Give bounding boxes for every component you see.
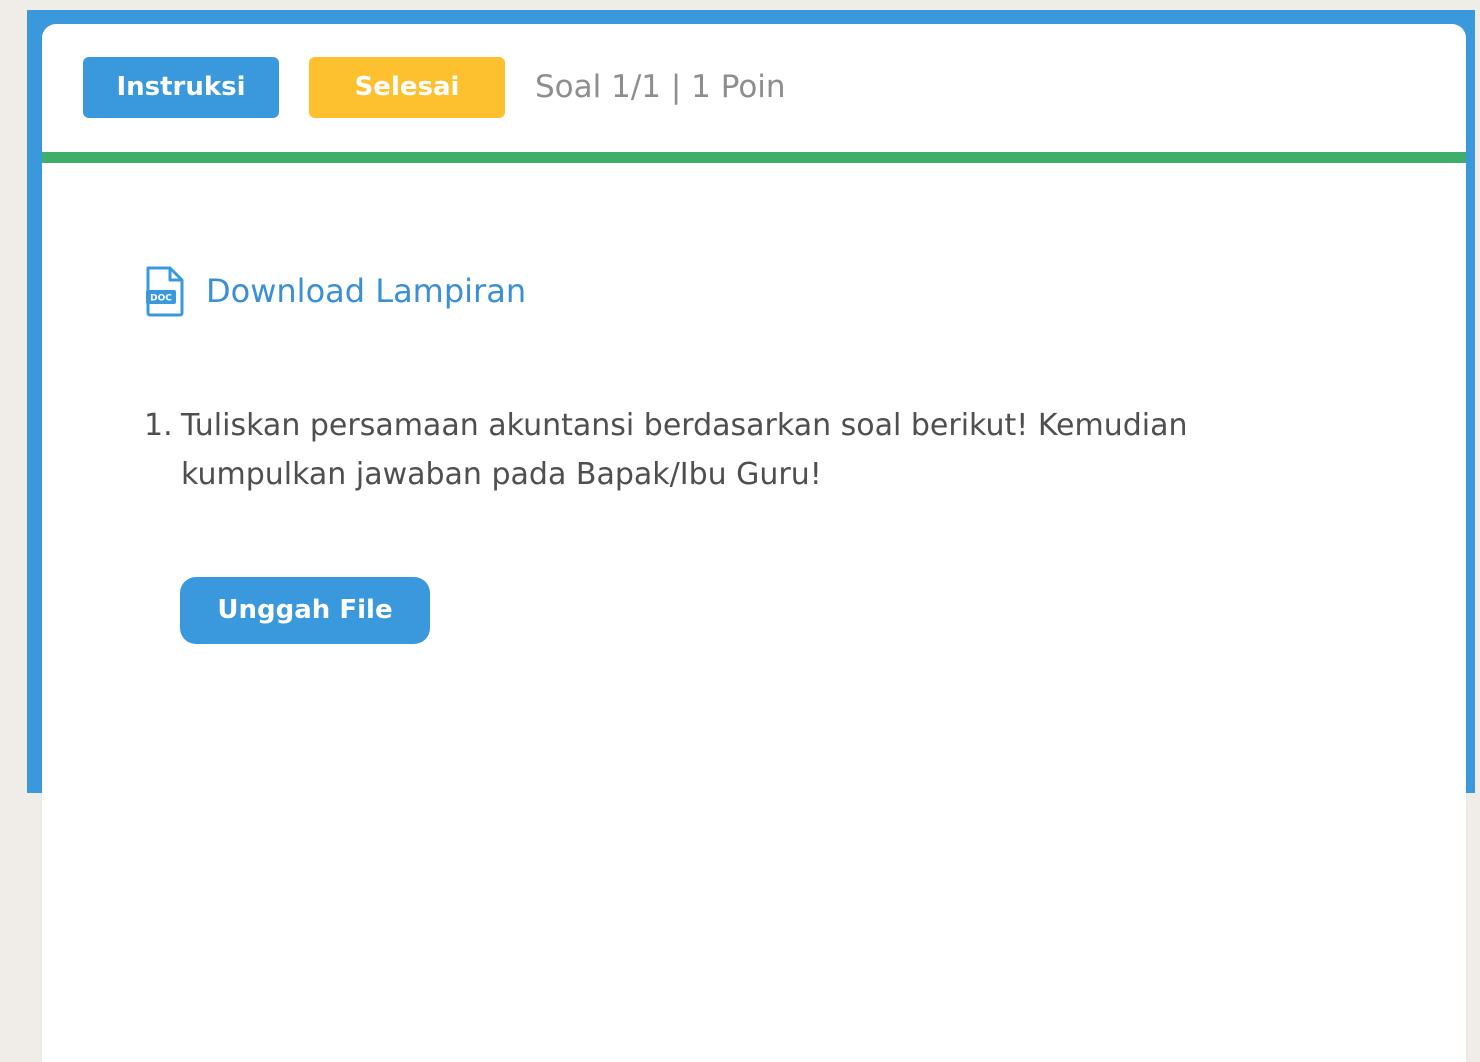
upload-file-button[interactable]: Unggah File	[180, 577, 430, 644]
quiz-panel: Instruksi Selesai Soal 1/1 | 1 Poin DOC …	[42, 24, 1466, 1062]
download-attachment-link[interactable]: DOC Download Lampiran	[144, 264, 526, 318]
question-number: 1.	[144, 408, 173, 443]
progress-bar	[42, 152, 1466, 163]
quiz-toolbar: Instruksi Selesai Soal 1/1 | 1 Poin	[42, 24, 1466, 152]
download-attachment-label: Download Lampiran	[206, 272, 527, 310]
question-item: 1. Tuliskan persamaan akuntansi berdasar…	[144, 401, 1254, 499]
doc-icon-text: DOC	[150, 294, 172, 304]
question-counter: Soal 1/1 | 1 Poin	[535, 69, 786, 105]
selesai-button[interactable]: Selesai	[309, 57, 505, 118]
doc-file-icon: DOC	[146, 266, 184, 317]
question-text: Tuliskan persamaan akuntansi berdasarkan…	[181, 408, 1188, 492]
instruksi-button[interactable]: Instruksi	[83, 57, 279, 118]
